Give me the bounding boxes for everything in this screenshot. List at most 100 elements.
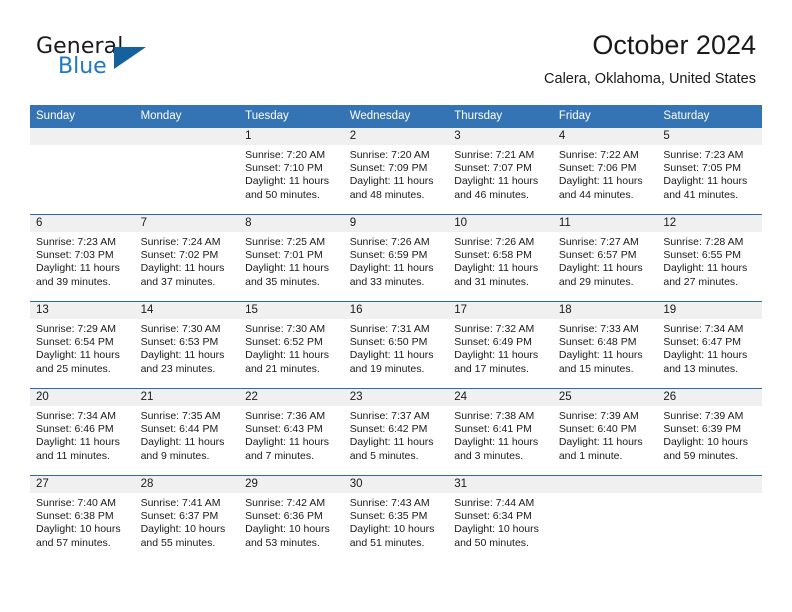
day-cell-inner: 30 Sunrise: 7:43 AM Sunset: 6:35 PM Dayligh… <box>343 476 449 562</box>
daylight-text: Daylight: 11 hours and 9 minutes. <box>140 436 225 462</box>
sunset-text: Sunset: 6:49 PM <box>454 336 532 349</box>
calendar-day-cell[interactable]: 28 Sunrise: 7:41 AM Sunset: 6:37 PM Dayligh… <box>134 475 240 562</box>
day-number: 16 <box>343 302 449 319</box>
day-details: Sunrise: 7:23 AM Sunset: 7:03 PM Daylight:… <box>30 232 135 289</box>
sunset-text: Sunset: 7:05 PM <box>663 162 742 175</box>
sunrise-text: Sunrise: 7:39 AM <box>663 410 744 422</box>
daylight-text: Daylight: 10 hours and 57 minutes. <box>36 523 121 549</box>
calendar-day-cell[interactable]: 24 Sunrise: 7:38 AM Sunset: 6:41 PM Dayligh… <box>448 388 553 476</box>
calendar-day-cell[interactable]: 7 Sunrise: 7:24 AM Sunset: 7:02 PM Daylight… <box>134 214 240 302</box>
calendar-day-cell[interactable]: 21 Sunrise: 7:35 AM Sunset: 6:44 PM Dayligh… <box>134 388 240 476</box>
day-details: Sunrise: 7:44 AM Sunset: 6:34 PM Daylight:… <box>448 493 553 550</box>
calendar-day-cell[interactable]: 4 Sunrise: 7:22 AM Sunset: 7:06 PM Daylight… <box>552 128 658 215</box>
calendar-day-cell[interactable]: 22 Sunrise: 7:36 AM Sunset: 6:43 PM Dayligh… <box>239 388 344 476</box>
day-cell-inner: 31 Sunrise: 7:44 AM Sunset: 6:34 PM Dayligh… <box>448 476 553 562</box>
calendar-day-cell[interactable]: 31 Sunrise: 7:44 AM Sunset: 6:34 PM Dayligh… <box>448 475 553 562</box>
calendar-day-cell[interactable]: 1 Sunrise: 7:20 AM Sunset: 7:10 PM Daylight… <box>239 128 344 215</box>
day-number <box>134 128 240 145</box>
daylight-text: Daylight: 11 hours and 27 minutes. <box>663 262 748 288</box>
calendar-day-cell[interactable]: 13 Sunrise: 7:29 AM Sunset: 6:54 PM Dayligh… <box>30 301 135 389</box>
daylight-text: Daylight: 10 hours and 50 minutes. <box>454 523 539 549</box>
sunset-text: Sunset: 6:44 PM <box>140 423 219 436</box>
calendar-day-cell[interactable]: 15 Sunrise: 7:30 AM Sunset: 6:52 PM Dayligh… <box>239 301 344 389</box>
sunset-text: Sunset: 7:03 PM <box>36 249 114 262</box>
sunrise-text: Sunrise: 7:35 AM <box>140 410 221 422</box>
day-number: 9 <box>343 215 449 232</box>
day-details: Sunrise: 7:41 AM Sunset: 6:37 PM Daylight:… <box>135 493 240 550</box>
day-number <box>657 476 762 493</box>
calendar-day-cell[interactable]: 11 Sunrise: 7:27 AM Sunset: 6:57 PM Dayligh… <box>552 214 658 302</box>
day-details: Sunrise: 7:22 AM Sunset: 7:06 PM Daylight:… <box>553 145 658 202</box>
calendar-empty-cell <box>552 475 658 562</box>
calendar-day-cell[interactable]: 14 Sunrise: 7:30 AM Sunset: 6:53 PM Dayligh… <box>134 301 240 389</box>
sunset-text: Sunset: 6:38 PM <box>36 510 114 523</box>
weekday-header-row: Sunday Monday Tuesday Wednesday Thursday… <box>30 105 762 128</box>
sunrise-text: Sunrise: 7:32 AM <box>454 323 535 335</box>
sunrise-text: Sunrise: 7:23 AM <box>663 149 744 161</box>
sunset-text: Sunset: 6:46 PM <box>36 423 114 436</box>
calendar-week-row: 20 Sunrise: 7:34 AM Sunset: 6:46 PM Dayligh… <box>30 388 762 476</box>
calendar-day-cell[interactable]: 9 Sunrise: 7:26 AM Sunset: 6:59 PM Daylight… <box>343 214 449 302</box>
daylight-text: Daylight: 11 hours and 44 minutes. <box>558 175 643 201</box>
day-details: Sunrise: 7:20 AM Sunset: 7:09 PM Daylight:… <box>344 145 449 202</box>
daylight-text: Daylight: 11 hours and 5 minutes. <box>349 436 434 462</box>
general-blue-logo[interactable]: General Blue <box>36 34 266 84</box>
day-details: Sunrise: 7:37 AM Sunset: 6:42 PM Daylight:… <box>344 406 449 463</box>
calendar-grid: Sunday Monday Tuesday Wednesday Thursday… <box>30 105 762 562</box>
sunrise-text: Sunrise: 7:25 AM <box>245 236 326 248</box>
day-number: 28 <box>134 476 240 493</box>
day-cell-inner: 28 Sunrise: 7:41 AM Sunset: 6:37 PM Dayligh… <box>134 476 240 562</box>
day-number: 21 <box>134 389 240 406</box>
calendar-day-cell[interactable]: 18 Sunrise: 7:33 AM Sunset: 6:48 PM Dayligh… <box>552 301 658 389</box>
calendar-day-cell[interactable]: 10 Sunrise: 7:26 AM Sunset: 6:58 PM Dayligh… <box>448 214 553 302</box>
day-details: Sunrise: 7:36 AM Sunset: 6:43 PM Daylight:… <box>239 406 344 463</box>
day-number: 29 <box>239 476 344 493</box>
day-number: 26 <box>657 389 762 406</box>
daylight-text: Daylight: 10 hours and 55 minutes. <box>140 523 226 549</box>
page-header: General Blue October 2024 Calera, Oklaho… <box>0 0 792 100</box>
daylight-text: Daylight: 10 hours and 53 minutes. <box>245 523 330 549</box>
sunrise-text: Sunrise: 7:31 AM <box>349 323 430 335</box>
calendar-day-cell[interactable]: 27 Sunrise: 7:40 AM Sunset: 6:38 PM Dayligh… <box>30 475 135 562</box>
day-details: Sunrise: 7:26 AM Sunset: 6:59 PM Daylight:… <box>344 232 449 289</box>
calendar-day-cell[interactable]: 5 Sunrise: 7:23 AM Sunset: 7:05 PM Daylight… <box>657 128 762 215</box>
day-cell-inner: 16 Sunrise: 7:31 AM Sunset: 6:50 PM Dayligh… <box>343 302 449 388</box>
calendar-day-cell[interactable]: 20 Sunrise: 7:34 AM Sunset: 6:46 PM Dayligh… <box>30 388 135 476</box>
day-cell-inner <box>552 476 658 562</box>
page-subtitle: Calera, Oklahoma, United States <box>544 71 756 87</box>
sunrise-text: Sunrise: 7:44 AM <box>454 497 535 509</box>
day-cell-inner: 15 Sunrise: 7:30 AM Sunset: 6:52 PM Dayligh… <box>239 302 344 388</box>
day-cell-inner <box>30 128 135 214</box>
day-cell-inner: 25 Sunrise: 7:39 AM Sunset: 6:40 PM Dayligh… <box>552 389 658 475</box>
calendar-day-cell[interactable]: 8 Sunrise: 7:25 AM Sunset: 7:01 PM Daylight… <box>239 214 344 302</box>
calendar-day-cell[interactable]: 16 Sunrise: 7:31 AM Sunset: 6:50 PM Dayligh… <box>343 301 449 389</box>
sunset-text: Sunset: 6:35 PM <box>349 510 428 523</box>
day-details: Sunrise: 7:31 AM Sunset: 6:50 PM Daylight:… <box>344 319 449 376</box>
calendar-day-cell[interactable]: 6 Sunrise: 7:23 AM Sunset: 7:03 PM Daylight… <box>30 214 135 302</box>
daylight-text: Daylight: 11 hours and 37 minutes. <box>140 262 225 288</box>
calendar-day-cell[interactable]: 12 Sunrise: 7:28 AM Sunset: 6:55 PM Dayligh… <box>657 214 762 302</box>
calendar-day-cell[interactable]: 29 Sunrise: 7:42 AM Sunset: 6:36 PM Dayligh… <box>239 475 344 562</box>
daylight-text: Daylight: 11 hours and 3 minutes. <box>454 436 539 462</box>
calendar-day-cell[interactable]: 19 Sunrise: 7:34 AM Sunset: 6:47 PM Dayligh… <box>657 301 762 389</box>
calendar-day-cell[interactable]: 26 Sunrise: 7:39 AM Sunset: 6:39 PM Dayligh… <box>657 388 762 476</box>
daylight-text: Daylight: 11 hours and 11 minutes. <box>36 436 120 462</box>
calendar-day-cell[interactable]: 2 Sunrise: 7:20 AM Sunset: 7:09 PM Daylight… <box>343 128 449 215</box>
day-details: Sunrise: 7:43 AM Sunset: 6:35 PM Daylight:… <box>344 493 449 550</box>
day-details: Sunrise: 7:35 AM Sunset: 6:44 PM Daylight:… <box>135 406 240 463</box>
day-cell-inner: 26 Sunrise: 7:39 AM Sunset: 6:39 PM Dayligh… <box>657 389 762 475</box>
daylight-text: Daylight: 11 hours and 25 minutes. <box>36 349 120 375</box>
sunrise-text: Sunrise: 7:30 AM <box>140 323 221 335</box>
day-number: 27 <box>30 476 135 493</box>
calendar-day-cell[interactable]: 17 Sunrise: 7:32 AM Sunset: 6:49 PM Dayligh… <box>448 301 553 389</box>
calendar-empty-cell <box>134 128 240 215</box>
calendar-day-cell[interactable]: 25 Sunrise: 7:39 AM Sunset: 6:40 PM Dayligh… <box>552 388 658 476</box>
calendar-day-cell[interactable]: 30 Sunrise: 7:43 AM Sunset: 6:35 PM Dayligh… <box>343 475 449 562</box>
day-cell-inner: 3 Sunrise: 7:21 AM Sunset: 7:07 PM Daylight… <box>448 128 553 214</box>
day-number <box>30 128 135 145</box>
sunrise-text: Sunrise: 7:29 AM <box>36 323 116 335</box>
calendar-day-cell[interactable]: 3 Sunrise: 7:21 AM Sunset: 7:07 PM Daylight… <box>448 128 553 215</box>
calendar-empty-cell <box>657 475 762 562</box>
calendar-day-cell[interactable]: 23 Sunrise: 7:37 AM Sunset: 6:42 PM Dayligh… <box>343 388 449 476</box>
day-cell-inner: 20 Sunrise: 7:34 AM Sunset: 6:46 PM Dayligh… <box>30 389 135 475</box>
